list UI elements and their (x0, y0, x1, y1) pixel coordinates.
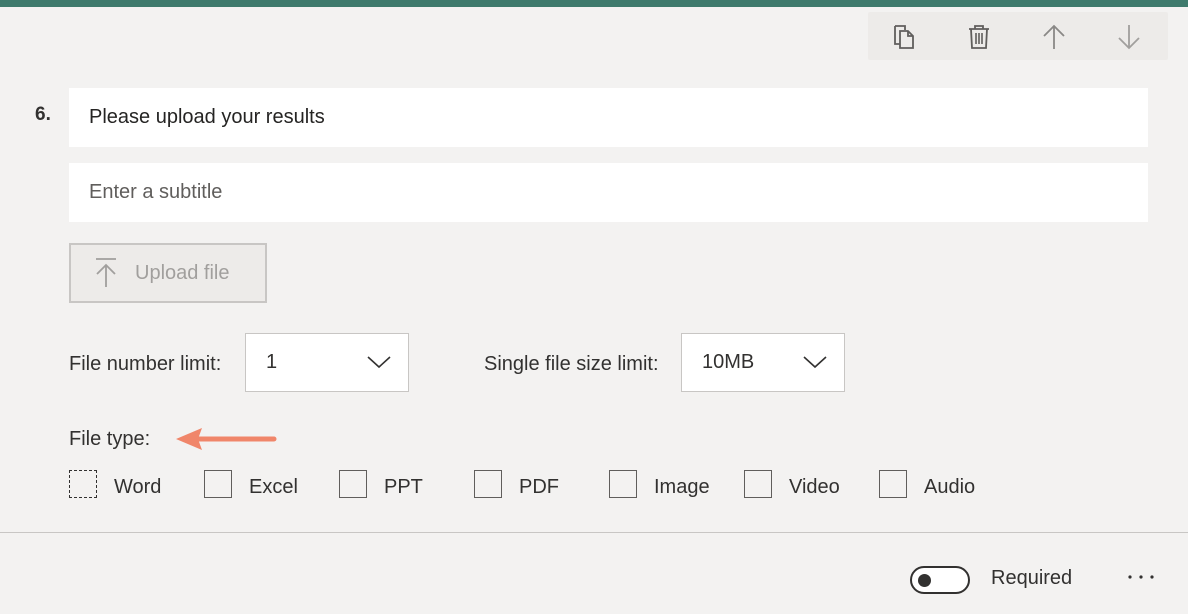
annotation-arrow-icon (176, 428, 277, 450)
toggle-knob (918, 574, 931, 587)
checkbox-audio[interactable] (879, 470, 907, 498)
checkbox-pdf[interactable] (474, 470, 502, 498)
upload-file-button[interactable]: Upload file (69, 243, 267, 303)
copy-icon (894, 25, 914, 49)
file-number-limit-dropdown[interactable]: 1 (245, 333, 409, 392)
upload-arrow-icon (96, 258, 116, 287)
checkbox-ppt-label: PPT (384, 476, 423, 498)
checkbox-word[interactable] (69, 470, 97, 498)
single-file-size-limit-dropdown[interactable]: 10MB (681, 333, 845, 392)
checkbox-word-label: Word (114, 476, 162, 498)
subtitle-placeholder: Enter a subtitle (89, 181, 223, 203)
checkbox-pdf-label: PDF (519, 476, 559, 498)
delete-icon (969, 25, 989, 49)
checkbox-ppt[interactable] (339, 470, 367, 498)
checkbox-video[interactable] (744, 470, 772, 498)
move-up-button[interactable] (1036, 20, 1072, 54)
question-title-input[interactable]: Please upload your results (69, 88, 1148, 147)
file-number-limit-label: File number limit: (69, 353, 222, 375)
file-type-label: File type: (69, 428, 151, 450)
question-number: 6. (35, 104, 51, 125)
required-label: Required (991, 567, 1073, 589)
single-file-size-limit-value: 10MB (702, 351, 755, 373)
move-up-icon (1043, 24, 1065, 49)
subtitle-input[interactable]: Enter a subtitle (69, 163, 1148, 222)
checkbox-excel-label: Excel (249, 476, 298, 498)
footer-divider (0, 532, 1188, 533)
copy-button[interactable] (886, 20, 922, 54)
question-toolbar (868, 12, 1168, 60)
checkbox-audio-label: Audio (924, 476, 976, 498)
required-toggle[interactable] (910, 566, 970, 594)
move-down-icon (1118, 25, 1140, 50)
checkbox-excel[interactable] (204, 470, 232, 498)
upload-file-label: Upload file (135, 261, 230, 284)
move-down-button[interactable] (1111, 20, 1147, 54)
single-file-size-limit-label: Single file size limit: (484, 353, 659, 375)
question-title-text: Please upload your results (89, 106, 325, 128)
chevron-down-icon (803, 356, 827, 369)
ellipsis-icon (1128, 575, 1154, 579)
more-options-button[interactable] (1124, 562, 1158, 592)
top-accent-bar (0, 0, 1188, 7)
checkbox-video-label: Video (789, 476, 840, 498)
delete-button[interactable] (961, 20, 997, 54)
checkbox-image[interactable] (609, 470, 637, 498)
chevron-down-icon (367, 356, 391, 369)
file-number-limit-value: 1 (266, 351, 278, 373)
checkbox-image-label: Image (654, 476, 710, 498)
